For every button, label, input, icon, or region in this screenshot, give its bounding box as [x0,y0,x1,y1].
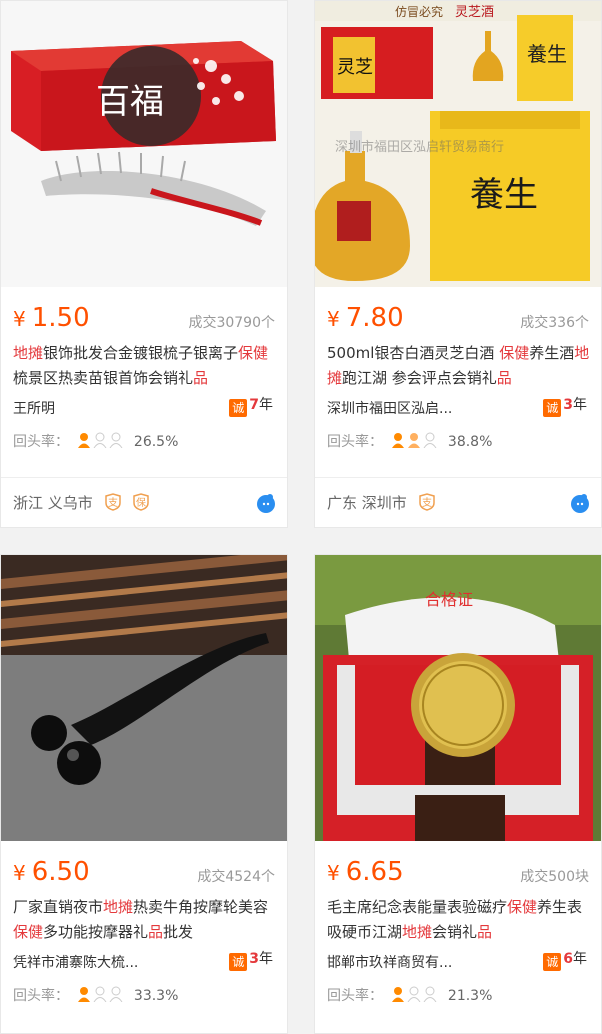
svg-text:支: 支 [422,497,432,509]
title-keyword-highlight: 保健 [499,344,530,362]
title-text: 养生酒 [529,344,575,362]
seller-location: 浙江 义乌市 支 保 [13,492,150,513]
title-text: 银饰批发合金镀银梳子银离子 [43,344,239,362]
card-footer: 浙江 义乌市 支 保 [1,477,287,527]
seller-location: 广东 深圳市 支 [327,492,436,513]
repeat-rate: 回头率： 33.3% [13,986,179,1006]
wangwang-chat-icon[interactable] [255,492,277,514]
title-keyword-highlight: 品 [477,923,493,941]
product-card[interactable]: 百福 ¥1.50 成交30790个 地摊银饰批发合金镀银梳子银离子保健梳景区热卖… [0,0,288,528]
svg-text:仿冒必究: 仿冒必究 [395,4,443,19]
product-price: ¥6.50 [13,857,90,887]
product-card[interactable]: ¥6.50 成交4524个 厂家直销夜市地摊热卖牛角按摩轮美容保健多功能按摩器礼… [0,554,288,1034]
product-image[interactable] [1,555,287,841]
wangwang-chat-icon[interactable] [569,492,591,514]
title-text: 热卖牛角按摩轮美容 [133,898,269,916]
people-rating-icon [391,986,439,1006]
shop-name[interactable]: 深圳市福田区泓启... [327,398,497,418]
title-keyword-highlight: 地摊 [13,344,44,362]
people-rating-icon [77,432,125,452]
product-price: ¥1.50 [13,303,90,333]
title-keyword-highlight: 品 [148,923,164,941]
deal-count: 成交336个 [520,315,589,331]
repeat-rate: 回头率： 21.3% [327,986,493,1006]
svg-text:灵芝酒: 灵芝酒 [455,4,494,20]
product-grid: 百福 ¥1.50 成交30790个 地摊银饰批发合金镀银梳子银离子保健梳景区热卖… [0,0,602,1034]
trust-years: 诚 7年 [229,394,273,417]
people-rating-icon [77,986,125,1006]
title-text: 毛主席纪念表能量表验磁疗 [327,898,508,916]
svg-text:合格证: 合格证 [425,590,473,609]
alipay-tag-icon: 支 [104,493,121,511]
title-keyword-highlight: 地摊 [402,923,433,941]
title-text: 批发 [163,923,194,941]
title-keyword-highlight: 品 [496,369,512,387]
trust-years: 诚 6年 [543,948,587,971]
product-image[interactable]: 仿冒必究 灵芝酒 灵芝 養生 養生 深圳市福田区泓启轩贸易商行 [315,1,601,287]
title-keyword-highlight: 保健 [507,898,538,916]
repeat-rate: 回头率： 38.8% [327,432,493,452]
product-title[interactable]: 厂家直销夜市地摊热卖牛角按摩轮美容保健多功能按摩器礼品批发 [13,895,277,945]
title-keyword-highlight: 保健 [238,344,269,362]
trust-years: 诚 3年 [229,948,273,971]
shop-name[interactable]: 邯郸市玖祥商贸有... [327,952,497,972]
title-text: 跑江湖 参会评点会销礼 [342,369,497,387]
product-title[interactable]: 500ml银杏白酒灵芝白酒 保健养生酒地摊跑江湖 参会评点会销礼品 [327,341,591,391]
people-rating-icon [391,432,439,452]
deal-count: 成交4524个 [197,869,275,885]
cheng-badge-icon: 诚 [543,399,562,417]
alipay-tag-icon: 支 [418,493,435,511]
deal-count: 成交500块 [520,869,589,885]
product-card[interactable]: 合格证 ¥6.65 成交500块 毛主席纪念表能量表验磁疗保健养生表吸硬币江湖地… [314,554,602,1034]
shop-name[interactable]: 王所明 [13,398,183,418]
product-price: ¥7.80 [327,303,404,333]
card-footer: 广东 深圳市 支 [315,477,601,527]
product-title[interactable]: 毛主席纪念表能量表验磁疗保健养生表吸硬币江湖地摊会销礼品 [327,895,591,945]
product-price: ¥6.65 [327,857,404,887]
cheng-badge-icon: 诚 [543,953,562,971]
title-keyword-highlight: 品 [193,369,209,387]
deal-count: 成交30790个 [188,315,275,331]
cheng-badge-icon: 诚 [229,953,248,971]
title-text: 会销礼 [432,923,478,941]
title-text: 多功能按摩器礼 [43,923,149,941]
title-text: 500ml银杏白酒灵芝白酒 [327,344,500,362]
product-image[interactable]: 百福 [1,1,287,287]
svg-text:保: 保 [136,496,146,509]
product-title[interactable]: 地摊银饰批发合金镀银梳子银离子保健梳景区热卖苗银首饰会销礼品 [13,341,277,391]
title-keyword-highlight: 保健 [13,923,44,941]
title-text: 厂家直销夜市 [13,898,104,916]
svg-text:養生: 養生 [527,42,567,66]
svg-text:深圳市福田区泓启轩贸易商行: 深圳市福田区泓启轩贸易商行 [335,139,504,155]
svg-text:百福: 百福 [96,82,164,122]
product-image[interactable]: 合格证 [315,555,601,841]
svg-text:支: 支 [108,497,118,509]
repeat-rate: 回头率： 26.5% [13,432,179,452]
title-text: 梳景区热卖苗银首饰会销礼 [13,369,194,387]
product-card[interactable]: 仿冒必究 灵芝酒 灵芝 養生 養生 深圳市福田区泓启轩贸易商行 ¥7.80 成交… [314,0,602,528]
svg-text:灵芝: 灵芝 [337,57,373,78]
cheng-badge-icon: 诚 [229,399,248,417]
shop-name[interactable]: 凭祥市浦寨陈大梳... [13,952,183,972]
svg-text:養生: 養生 [470,175,538,215]
guarantee-tag-icon: 保 [133,493,150,511]
title-keyword-highlight: 地摊 [103,898,134,916]
trust-years: 诚 3年 [543,394,587,417]
